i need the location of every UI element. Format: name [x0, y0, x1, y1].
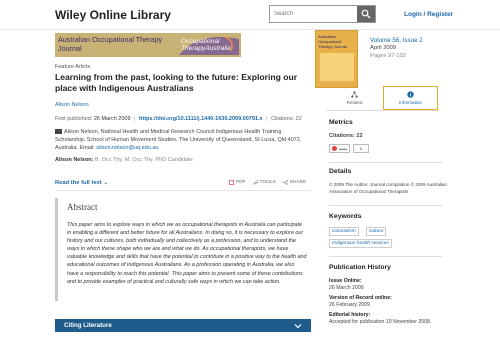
crossref-badge[interactable]: ▬▬ [329, 144, 350, 153]
editorial-text: Accepted for publication 10 November 200… [329, 319, 432, 325]
author-creds: B. Occ Thy, M. Occ Thy, PhD Candidate [95, 157, 193, 163]
divider [55, 190, 311, 191]
article-tools: PDF TOOLS SHARE [229, 180, 306, 185]
cover-title: Australian Occupational Therapy Journal [318, 34, 347, 49]
details-heading: Details [329, 168, 352, 175]
abstract-heading: Abstract [67, 202, 98, 212]
site-logo[interactable]: Wiley Online Library [55, 8, 171, 22]
issue-online-label: Issue Online: [329, 278, 362, 284]
site-header: Wiley Online Library Login / Register [0, 0, 500, 30]
logo-text-1: Occupational [181, 38, 220, 45]
author-credentials: Alison Nelson: B. Occ Thy, M. Occ Thy, P… [55, 157, 193, 163]
issue-online-date: 26 March 2009 [329, 285, 364, 291]
info-icon [407, 91, 414, 98]
tools-button[interactable]: TOOLS [252, 180, 276, 185]
editorial-label: Editorial history: [329, 312, 371, 318]
banner-journal-title: Australian Occupational Therapy Journal [58, 35, 163, 53]
email-link[interactable]: alison.nelson@uq.edu.au [96, 145, 158, 151]
citing-literature-accordion[interactable]: Citing Literature [55, 319, 311, 332]
pdf-label: PDF [236, 180, 246, 185]
chevron-down-icon: ⌄ [103, 180, 109, 186]
share-icon [283, 180, 288, 185]
issue-date: April 2009 [370, 45, 397, 51]
pdf-icon [229, 180, 234, 185]
crossref-icon [332, 146, 337, 151]
count-badge[interactable]: 0 [353, 144, 369, 153]
details-copyright: © 2009 The Author. Journal compilation ©… [329, 182, 448, 194]
share-label: SHARE [289, 180, 307, 185]
author-link[interactable]: Alison Nelson [55, 102, 89, 108]
tab-information-label: Information [399, 100, 422, 105]
volume-issue-link[interactable]: Volume 56, Issue 2 [370, 37, 423, 44]
first-published-date: 26 March 2009 [93, 116, 131, 122]
search-input[interactable] [270, 6, 358, 22]
chevron-down-icon [294, 324, 302, 329]
network-icon [351, 91, 358, 98]
citations-count[interactable]: Citations: 22 [271, 116, 302, 122]
journal-cover[interactable]: Australian Occupational Therapy Journal [315, 30, 358, 88]
author-affiliation: Alison Nelson, National Health and Medic… [55, 128, 305, 152]
vor-date: 26 February 2009 [329, 302, 370, 308]
tools-label: TOOLS [259, 180, 276, 185]
abstract-section: Abstract This paper aims to explore ways… [55, 198, 311, 301]
login-register-link[interactable]: Login / Register [404, 11, 453, 18]
metrics-badges: ▬▬ 0 [329, 144, 369, 153]
article-title: Learning from the past, looking to the f… [55, 72, 298, 93]
tab-information[interactable]: Information [383, 86, 438, 110]
divider [329, 162, 442, 163]
vor-label: Version of Record online: [329, 295, 392, 301]
tabs-underline [326, 110, 439, 111]
abstract-body: This paper aims to explore ways in which… [67, 222, 307, 285]
cover-art [320, 53, 354, 81]
publication-history-heading: Publication History [329, 264, 391, 271]
tab-related-label: Related [346, 100, 363, 105]
search-box [269, 5, 376, 23]
article-type: Feature Article [55, 64, 91, 70]
share-button[interactable]: SHARE [283, 180, 307, 185]
logo-text-2: TherapyAustralia [181, 45, 231, 52]
side-tabs: Related Information [326, 86, 439, 110]
search-button[interactable] [357, 6, 375, 22]
doi-link[interactable]: https://doi.org/10.1111/j.1440-1630.2009… [139, 116, 263, 122]
keyword-tag[interactable]: colonialism [329, 227, 359, 236]
metrics-heading: Metrics [329, 119, 353, 126]
badge-number: 0 [359, 146, 363, 151]
publication-meta: First published: 26 March 2009 | https:/… [55, 116, 302, 122]
ota-logo: Occupational TherapyAustralia [179, 35, 239, 55]
author-name-label: Alison Nelson: [55, 157, 94, 163]
first-published-label: First published: [55, 116, 93, 122]
mail-icon [55, 129, 62, 135]
issue-pages: Pages 97-102 [370, 53, 407, 59]
metrics-citations[interactable]: Citations: 22 [329, 133, 363, 139]
divider [329, 256, 442, 257]
keyword-tag[interactable]: Indigenous health services [329, 239, 392, 248]
pdf-button[interactable]: PDF [229, 180, 246, 185]
keyword-tag[interactable]: culture [366, 227, 387, 236]
divider [329, 205, 442, 206]
citing-literature-label: Citing Literature [64, 322, 112, 329]
read-full-text-link[interactable]: Read the full text ⌄ [55, 180, 108, 186]
wrench-icon [252, 180, 258, 185]
search-icon [361, 9, 371, 19]
tab-related[interactable]: Related [326, 86, 383, 110]
journal-banner[interactable]: Australian Occupational Therapy Journal … [55, 33, 241, 57]
affiliation-text: Alison Nelson, National Health and Medic… [55, 129, 302, 151]
read-full-text-label: Read the full text [55, 180, 102, 186]
keywords-heading: Keywords [329, 213, 362, 220]
